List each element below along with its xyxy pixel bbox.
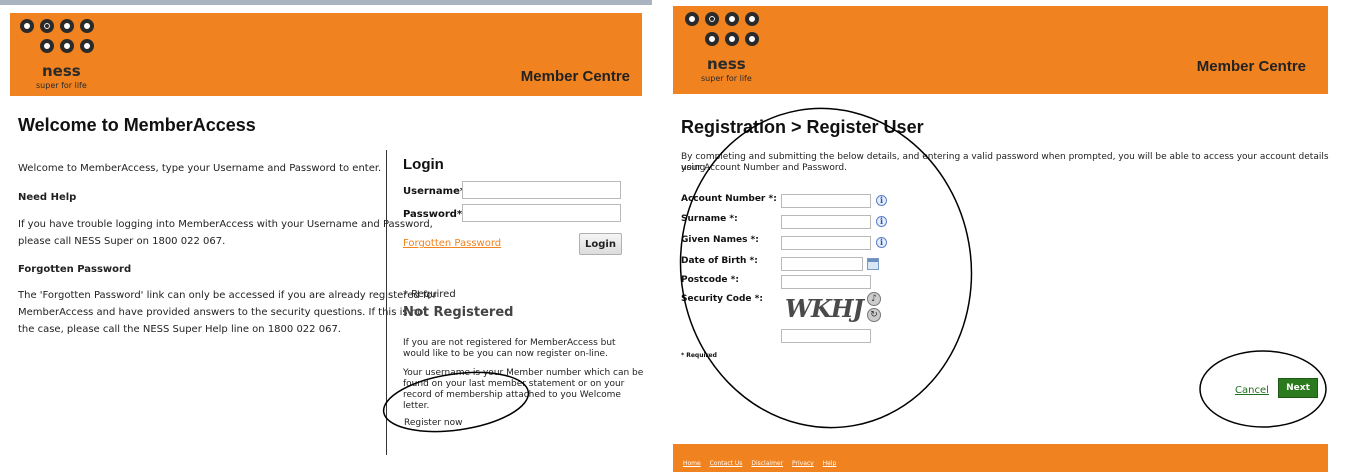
logo-word: ness — [42, 62, 81, 80]
header-bar: ness super for life Member Centre — [10, 13, 642, 96]
login-title: Login — [403, 156, 444, 173]
page-title: Registration > Register User — [681, 117, 924, 137]
captcha-image: WKHJ — [785, 294, 864, 323]
account-number-input[interactable] — [781, 194, 871, 208]
ness-logo[interactable]: ness super for life — [685, 12, 765, 90]
username-label: Username*: — [403, 186, 470, 197]
header-bar: ness super for life Member Centre — [673, 6, 1328, 94]
forgotten-password-link[interactable]: Forgotten Password — [403, 238, 501, 249]
forgotten-text-line3: the case, please call the NESS Super Hel… — [18, 324, 341, 335]
username-input[interactable] — [462, 181, 621, 199]
security-code-input[interactable] — [781, 329, 871, 343]
header-title: Member Centre — [520, 68, 630, 85]
intro-text-line2: your Account Number and Password. — [681, 163, 848, 173]
password-input[interactable] — [462, 204, 621, 222]
surname-input[interactable] — [781, 215, 871, 229]
ness-logo[interactable]: ness super for life — [20, 19, 100, 97]
refresh-icon[interactable]: ↻ — [867, 308, 881, 322]
header-title: Member Centre — [1196, 58, 1306, 75]
need-help-text-line2: please call NESS Super on 1800 022 067. — [18, 236, 226, 247]
calendar-icon[interactable] — [867, 258, 879, 270]
required-note: * Required — [681, 352, 717, 359]
not-registered-text-line1: If you are not registered for MemberAcce… — [403, 338, 616, 348]
next-button[interactable]: Next — [1278, 378, 1318, 398]
panel-separator — [652, 0, 669, 472]
date-of-birth-input[interactable] — [781, 257, 863, 271]
need-help-heading: Need Help — [18, 192, 77, 203]
security-code-label: Security Code *: — [681, 294, 763, 304]
need-help-text-line1: If you have trouble logging into MemberA… — [18, 219, 433, 230]
given-names-label: Given Names *: — [681, 235, 759, 245]
footer-link-help[interactable]: Help — [823, 460, 837, 467]
logo-tagline: super for life — [36, 81, 87, 90]
footer-link-home[interactable]: Home — [683, 460, 701, 467]
audio-icon[interactable]: ♪ — [867, 292, 881, 306]
info-icon[interactable]: i — [876, 216, 887, 227]
username-info-line4: letter. — [403, 401, 430, 411]
forgotten-text-line1: The 'Forgotten Password' link can only b… — [18, 290, 437, 301]
forgotten-text-line2: MemberAccess and have provided answers t… — [18, 307, 428, 318]
login-button[interactable]: Login — [579, 233, 622, 255]
page-title: Welcome to MemberAccess — [18, 115, 256, 135]
register-now-link[interactable]: Register now — [404, 418, 463, 429]
footer-link-privacy[interactable]: Privacy — [792, 460, 814, 467]
username-info-line3: record of membership attached to you Wel… — [403, 390, 621, 400]
footer-links: Home Contact Us Disclaimer Privacy Help — [683, 460, 843, 467]
username-info-line1: Your username is your Member number whic… — [403, 368, 644, 378]
forgotten-heading: Forgotten Password — [18, 264, 132, 275]
postcode-label: Postcode *: — [681, 275, 739, 285]
login-page: ness super for life Member Centre Welcom… — [0, 0, 652, 472]
username-info-line2: found on your last member statement or o… — [403, 379, 625, 389]
logo-word: ness — [707, 55, 746, 73]
password-label: Password*: — [403, 209, 467, 220]
column-divider — [386, 150, 387, 455]
footer-link-disclaimer[interactable]: Disclaimer — [751, 460, 783, 467]
logo-dots-icon — [20, 19, 100, 59]
logo-dots-icon — [685, 12, 765, 52]
account-number-label: Account Number *: — [681, 194, 777, 204]
date-of-birth-label: Date of Birth *: — [681, 256, 758, 266]
surname-label: Surname *: — [681, 214, 738, 224]
not-registered-heading: Not Registered — [403, 305, 514, 320]
info-icon[interactable]: i — [876, 237, 887, 248]
logo-tagline: super for life — [701, 74, 752, 83]
not-registered-text-line2: would like to be you can now register on… — [403, 349, 608, 359]
registration-page: ness super for life Member Centre Regist… — [669, 0, 1334, 472]
intro-text: Welcome to MemberAccess, type your Usern… — [18, 163, 382, 174]
given-names-input[interactable] — [781, 236, 871, 250]
cancel-link[interactable]: Cancel — [1235, 385, 1269, 396]
footer-bar: Home Contact Us Disclaimer Privacy Help — [673, 444, 1328, 472]
required-note: * Required — [403, 289, 456, 300]
footer-link-contact[interactable]: Contact Us — [710, 460, 743, 467]
postcode-input[interactable] — [781, 275, 871, 289]
info-icon[interactable]: i — [876, 195, 887, 206]
